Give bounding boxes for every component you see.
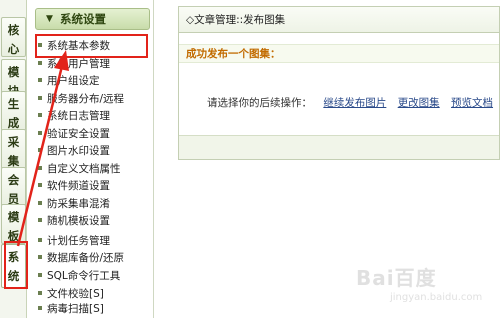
sidebar-item-security[interactable]: 验证安全设置 — [35, 126, 150, 143]
bullet-icon — [38, 273, 42, 277]
tab-label: 生成 — [7, 97, 20, 130]
bullet-icon — [38, 78, 42, 82]
sidebar-item-label: 自定义文档属性 — [47, 163, 121, 175]
main-panel: ◇文章管理::发布图集 成功发布一个图集： 请选择你的后续操作： 继续发布图片 … — [178, 6, 500, 160]
breadcrumb: ◇文章管理::发布图集 — [179, 7, 499, 33]
sidebar-item-anti-collect[interactable]: 防采集串混淆 — [35, 196, 150, 213]
sidebar-item-label: 文件校验[S] — [47, 288, 104, 300]
sidebar-item-system-users[interactable]: 系统用户管理 — [35, 56, 150, 73]
sidebar-item-label: 数据库备份/还原 — [47, 252, 125, 264]
sidebar-item-label: 系统用户管理 — [47, 58, 110, 70]
annotation-highlight-box — [35, 34, 148, 58]
tab-core[interactable]: 核心 — [1, 17, 26, 57]
bullet-icon — [38, 113, 42, 117]
sidebar-item-system-log[interactable]: 系统日志管理 — [35, 108, 150, 125]
tab-collect[interactable]: 采集 — [1, 129, 26, 169]
sidebar-item-label: 系统日志管理 — [47, 110, 110, 122]
bullet-icon — [38, 306, 42, 310]
panel-footer — [179, 135, 499, 159]
sidebar-title: 系统设置 — [60, 12, 106, 26]
chevron-down-icon: ▼ — [46, 14, 53, 24]
continue-publish-link[interactable]: 继续发布图片 — [323, 97, 386, 109]
bullet-icon — [38, 131, 42, 135]
sidebar-item-label: 图片水印设置 — [47, 145, 110, 157]
follow-up-actions: 请选择你的后续操作： 继续发布图片 更改图集 预览文档 已发 — [207, 96, 500, 110]
bullet-icon — [38, 201, 42, 205]
sidebar-item-servers[interactable]: 服务器分布/远程 — [35, 91, 150, 108]
edit-gallery-link[interactable]: 更改图集 — [398, 97, 440, 109]
sidebar-item-label: 计划任务管理 — [47, 235, 110, 247]
sidebar-item-label: 病毒扫描[S] — [47, 303, 104, 315]
preview-doc-link[interactable]: 预览文档 — [451, 97, 493, 109]
sidebar-item-label: SQL命令行工具 — [47, 270, 121, 282]
bullet-icon — [38, 183, 42, 187]
bullet-icon — [38, 291, 42, 295]
sidebar-item-software-channel[interactable]: 软件频道设置 — [35, 178, 150, 195]
bullet-icon — [38, 238, 42, 242]
tab-generate[interactable]: 生成 — [1, 91, 26, 131]
sidebar-item-virus-scan[interactable]: 病毒扫描[S] — [35, 301, 150, 318]
sidebar-item-doc-attributes[interactable]: 自定义文档属性 — [35, 161, 150, 178]
sidebar-item-scheduled-tasks[interactable]: 计划任务管理 — [35, 233, 150, 250]
sidebar-item-label: 服务器分布/远程 — [47, 93, 125, 105]
success-message: 成功发布一个图集： — [179, 44, 499, 63]
actions-prompt: 请选择你的后续操作： — [207, 97, 312, 109]
bullet-icon — [38, 148, 42, 152]
sidebar-item-label: 用户组设定 — [47, 75, 100, 87]
tab-members[interactable]: 会员 — [1, 167, 26, 207]
bullet-icon — [38, 218, 42, 222]
sidebar-item-label: 随机模板设置 — [47, 215, 110, 227]
sidebar-item-user-groups[interactable]: 用户组设定 — [35, 73, 150, 90]
sidebar-header[interactable]: ▼ 系统设置 — [35, 8, 150, 30]
sidebar-item-sql-tool[interactable]: SQL命令行工具 — [35, 268, 150, 285]
bullet-icon — [38, 166, 42, 170]
tab-templates[interactable]: 模板 — [1, 204, 26, 244]
tab-label: 核心 — [7, 23, 20, 56]
tab-label: 采集 — [7, 135, 20, 168]
sidebar-item-label: 防采集串混淆 — [47, 198, 110, 210]
sidebar-item-random-template[interactable]: 随机模板设置 — [35, 213, 150, 230]
watermark: Bai百度 jingyan.baidu.com — [356, 262, 486, 312]
annotation-highlight-box — [4, 241, 28, 289]
watermark-url: jingyan.baidu.com — [390, 292, 483, 303]
sidebar-item-label: 软件频道设置 — [47, 180, 110, 192]
watermark-logo: Bai百度 — [356, 266, 437, 290]
sidebar-item-watermark[interactable]: 图片水印设置 — [35, 143, 150, 160]
bullet-icon — [38, 61, 42, 65]
bullet-icon — [38, 96, 42, 100]
sidebar-item-label: 验证安全设置 — [47, 128, 110, 140]
sidebar-item-db-backup[interactable]: 数据库备份/还原 — [35, 250, 150, 267]
bullet-icon — [38, 255, 42, 259]
